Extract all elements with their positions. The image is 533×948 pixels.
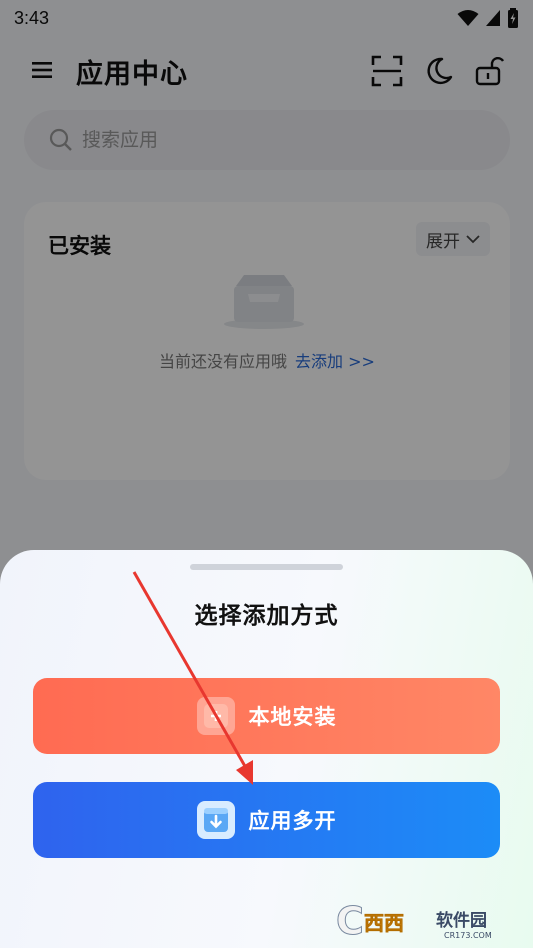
local-install-button[interactable]: 本地安装 <box>33 678 500 754</box>
local-install-label: 本地安装 <box>248 705 337 729</box>
add-method-sheet: 选择添加方式 本地安装 应用多开 <box>0 550 533 948</box>
sheet-drag-handle[interactable] <box>190 564 343 570</box>
svg-text:西西: 西西 <box>364 911 404 935</box>
svg-text:软件园: 软件园 <box>436 910 487 931</box>
svg-text:C: C <box>336 899 364 942</box>
multi-open-label: 应用多开 <box>248 809 337 833</box>
multi-open-button[interactable]: 应用多开 <box>33 782 500 858</box>
watermark-logo: C 西西 软件园 CR173.COM <box>336 899 492 943</box>
sheet-title: 选择添加方式 <box>194 603 339 629</box>
svg-text:CR173.COM: CR173.COM <box>444 931 492 940</box>
multi-open-icon <box>196 801 235 839</box>
local-install-icon <box>196 697 235 735</box>
